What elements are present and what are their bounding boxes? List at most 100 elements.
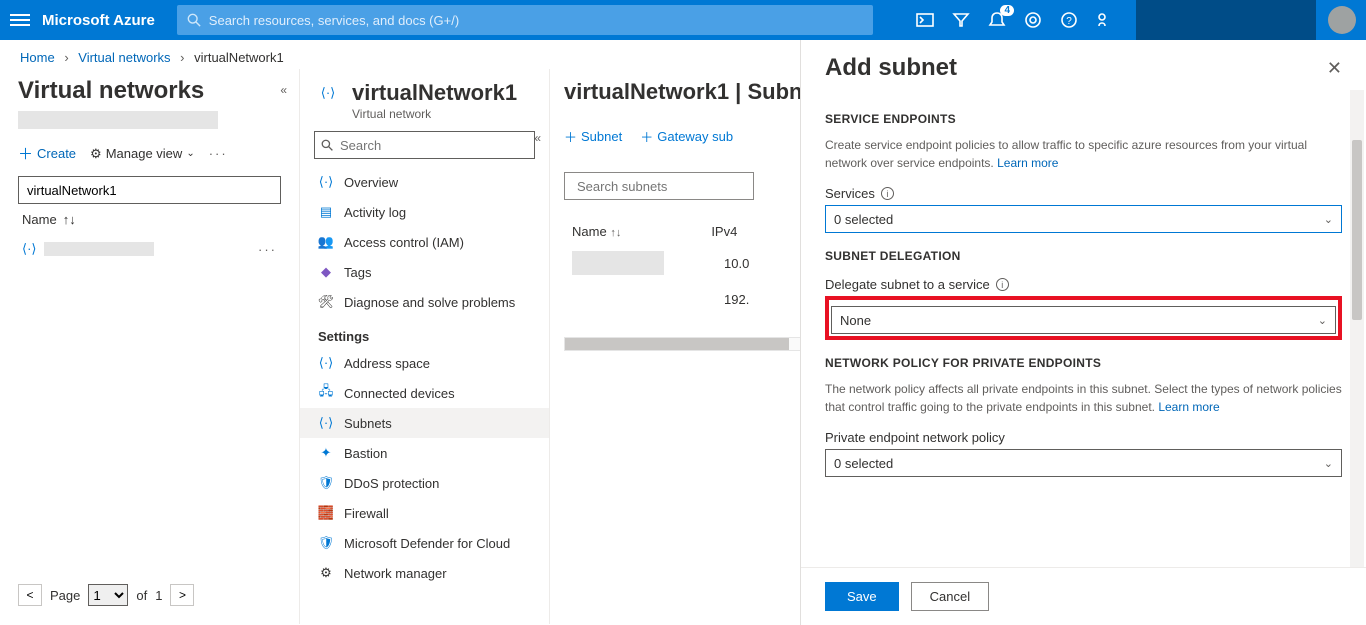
nav-bastion[interactable]: ✦Bastion bbox=[300, 438, 549, 468]
collapse-icon[interactable]: « bbox=[280, 83, 287, 97]
account-block[interactable] bbox=[1136, 0, 1316, 40]
page-title: Virtual networks bbox=[18, 77, 281, 105]
notifications-icon[interactable]: 4 bbox=[988, 11, 1006, 29]
page-select[interactable]: 1 bbox=[88, 584, 128, 606]
column-header-name[interactable]: Name ↑↓ bbox=[18, 204, 281, 235]
svg-text:?: ? bbox=[1066, 16, 1072, 27]
section-service-endpoints: SERVICE ENDPOINTS bbox=[825, 112, 1342, 126]
learn-more-link[interactable]: Learn more bbox=[997, 156, 1058, 170]
nav-address-space[interactable]: ⟨·⟩Address space bbox=[300, 348, 549, 378]
chevron-down-icon: ⌄ bbox=[186, 148, 194, 159]
nav-overview[interactable]: ⟨·⟩Overview bbox=[300, 167, 549, 197]
collapse-icon[interactable]: « bbox=[534, 131, 541, 145]
nav-search-input[interactable] bbox=[340, 138, 528, 153]
scroll-thumb[interactable] bbox=[1352, 140, 1362, 320]
chevron-down-icon: ⌄ bbox=[1324, 213, 1333, 226]
vertical-scrollbar[interactable] bbox=[1350, 90, 1364, 567]
nav-iam[interactable]: 👥Access control (IAM) bbox=[300, 227, 549, 257]
nav-diagnose[interactable]: 🛠Diagnose and solve problems bbox=[300, 287, 549, 317]
section-subnet-delegation: SUBNET DELEGATION bbox=[825, 249, 1342, 263]
pager: < Page 1 of 1 > bbox=[18, 574, 281, 616]
prev-page-button[interactable]: < bbox=[18, 584, 42, 606]
crumb-current: virtualNetwork1 bbox=[194, 50, 284, 65]
crumb-vnets[interactable]: Virtual networks bbox=[78, 50, 170, 65]
col-name[interactable]: Name ↑↓ bbox=[572, 224, 621, 239]
nav-network-manager[interactable]: ⚙Network manager bbox=[300, 558, 549, 588]
azure-topbar: Microsoft Azure 4 ? bbox=[0, 0, 1366, 40]
search-icon bbox=[321, 139, 334, 152]
settings-header: Settings bbox=[300, 317, 549, 348]
defender-icon: 🛡 bbox=[318, 535, 334, 551]
sort-icon: ↑↓ bbox=[63, 212, 76, 227]
manage-view-button[interactable]: ⚙ Manage view ⌄ bbox=[90, 146, 195, 162]
network-icon: ⚙ bbox=[318, 565, 334, 581]
nav-connected-devices[interactable]: 🖧Connected devices bbox=[300, 378, 549, 408]
vnet-title: virtualNetwork1 bbox=[352, 80, 517, 106]
list-toolbar: ＋ Create ⚙ Manage view ⌄ ··· bbox=[18, 143, 281, 164]
plus-icon: ＋ bbox=[18, 143, 33, 164]
info-icon[interactable]: i bbox=[996, 278, 1009, 291]
vnet-nav-panel: ⟨·⟩ virtualNetwork1 Virtual network « ⟨·… bbox=[300, 69, 550, 624]
bastion-icon: ✦ bbox=[318, 445, 334, 461]
row-more-icon[interactable]: ··· bbox=[258, 242, 277, 257]
private-endpoint-policy-label: Private endpoint network policy bbox=[825, 430, 1005, 445]
plus-icon: ＋ bbox=[640, 127, 653, 146]
tag-icon: ◆ bbox=[318, 264, 334, 280]
scroll-thumb[interactable] bbox=[565, 338, 789, 350]
nav-firewall[interactable]: 🧱Firewall bbox=[300, 498, 549, 528]
close-icon[interactable]: ✕ bbox=[1327, 58, 1342, 79]
subscription-redacted bbox=[18, 111, 218, 129]
nav-activity-log[interactable]: ▤Activity log bbox=[300, 197, 549, 227]
feedback-icon[interactable] bbox=[1096, 11, 1114, 29]
vnet-icon: ⟨·⟩ bbox=[22, 241, 36, 257]
subnet-search[interactable] bbox=[564, 172, 754, 200]
vnet-filter-input[interactable] bbox=[18, 176, 281, 204]
next-page-button[interactable]: > bbox=[170, 584, 194, 606]
gear-icon: ⚙ bbox=[90, 146, 102, 162]
create-button[interactable]: ＋ Create bbox=[18, 143, 76, 164]
nav-subnets[interactable]: ⟨·⟩Subnets bbox=[300, 408, 549, 438]
global-search-input[interactable] bbox=[209, 13, 863, 28]
brand-label: Microsoft Azure bbox=[42, 12, 155, 29]
avatar[interactable] bbox=[1328, 6, 1356, 34]
vnet-icon: ⟨·⟩ bbox=[314, 79, 342, 107]
save-button[interactable]: Save bbox=[825, 582, 899, 611]
nav-ddos[interactable]: 🛡DDoS protection bbox=[300, 468, 549, 498]
add-subnet-flyout: Add subnet ✕ SERVICE ENDPOINTS Create se… bbox=[800, 40, 1366, 625]
wrench-icon: 🛠 bbox=[318, 294, 334, 310]
hamburger-icon[interactable] bbox=[10, 14, 30, 26]
subnet-search-input[interactable] bbox=[577, 179, 753, 194]
log-icon: ▤ bbox=[318, 204, 334, 220]
global-search[interactable] bbox=[177, 5, 873, 35]
info-icon[interactable]: i bbox=[881, 187, 894, 200]
delegate-label: Delegate subnet to a service bbox=[825, 277, 990, 292]
services-label: Services bbox=[825, 186, 875, 201]
subnet-name-redacted bbox=[572, 251, 664, 275]
more-icon[interactable]: ··· bbox=[209, 146, 228, 161]
subnets-icon: ⟨·⟩ bbox=[318, 415, 334, 431]
blade-title: virtualNetwork1 | Subnets bbox=[564, 79, 834, 105]
nav-defender[interactable]: 🛡Microsoft Defender for Cloud bbox=[300, 528, 549, 558]
nav-tags[interactable]: ◆Tags bbox=[300, 257, 549, 287]
learn-more-link[interactable]: Learn more bbox=[1158, 400, 1219, 414]
cloud-shell-icon[interactable] bbox=[916, 11, 934, 29]
flyout-title: Add subnet bbox=[825, 54, 957, 82]
services-dropdown[interactable]: 0 selected ⌄ bbox=[825, 205, 1342, 233]
delegate-dropdown[interactable]: None ⌄ bbox=[831, 306, 1336, 334]
plus-icon: ＋ bbox=[564, 127, 577, 146]
cancel-button[interactable]: Cancel bbox=[911, 582, 989, 611]
add-gateway-subnet-button[interactable]: ＋Gateway sub bbox=[640, 127, 733, 146]
section-network-policy: NETWORK POLICY FOR PRIVATE ENDPOINTS bbox=[825, 356, 1342, 370]
private-endpoint-policy-dropdown[interactable]: 0 selected ⌄ bbox=[825, 449, 1342, 477]
devices-icon: 🖧 bbox=[318, 385, 334, 401]
vnet-row[interactable]: ⟨·⟩ ··· bbox=[18, 235, 281, 263]
filter-icon[interactable] bbox=[952, 11, 970, 29]
crumb-home[interactable]: Home bbox=[20, 50, 55, 65]
col-ipv4[interactable]: IPv4 bbox=[711, 224, 737, 239]
add-subnet-button[interactable]: ＋Subnet bbox=[564, 127, 622, 146]
subnet-ip: 10.0 bbox=[724, 256, 774, 271]
vnet-list-panel: « Virtual networks ＋ Create ⚙ Manage vie… bbox=[0, 69, 300, 624]
help-icon[interactable]: ? bbox=[1060, 11, 1078, 29]
settings-icon[interactable] bbox=[1024, 11, 1042, 29]
nav-search[interactable] bbox=[314, 131, 535, 159]
